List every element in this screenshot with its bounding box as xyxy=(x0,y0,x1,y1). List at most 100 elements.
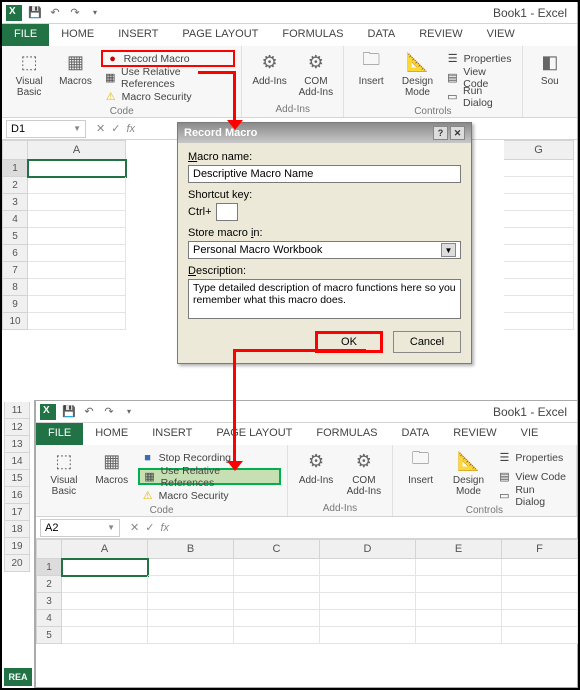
row-header[interactable]: 17 xyxy=(4,504,30,521)
row-header[interactable]: 12 xyxy=(4,419,30,436)
visual-basic-button[interactable]: ⬚ Visual Basic xyxy=(42,447,86,504)
store-in-combo[interactable]: Personal Macro Workbook ▼ xyxy=(188,241,461,259)
tab-page-layout[interactable]: PAGE LAYOUT xyxy=(170,24,270,46)
row-header[interactable]: 20 xyxy=(4,555,30,572)
insert-control-button[interactable]: 🗀 Insert xyxy=(350,48,392,105)
qat-dropdown-icon[interactable]: ▾ xyxy=(122,405,136,419)
tab-view[interactable]: VIE xyxy=(509,423,541,445)
col-header[interactable]: B xyxy=(148,539,234,559)
row-header[interactable]: 5 xyxy=(2,228,28,245)
row-header[interactable]: 6 xyxy=(2,245,28,262)
tab-insert[interactable]: INSERT xyxy=(140,423,204,445)
cancel-button[interactable]: Cancel xyxy=(393,331,461,353)
redo-icon[interactable]: ↷ xyxy=(68,6,82,20)
select-all-corner[interactable] xyxy=(36,539,62,559)
row-header[interactable]: 8 xyxy=(2,279,28,296)
visual-basic-button[interactable]: ⬚ Visual Basic xyxy=(8,48,50,105)
row-header[interactable]: 1 xyxy=(36,559,62,576)
macros-button[interactable]: ▦ Macros xyxy=(90,447,134,504)
row-header[interactable]: 19 xyxy=(4,538,30,555)
addins-button[interactable]: ⚙Add-Ins xyxy=(294,447,338,502)
tab-formulas[interactable]: FORMULAS xyxy=(270,24,355,46)
row-header[interactable]: 2 xyxy=(2,177,28,194)
chevron-down-icon[interactable]: ▼ xyxy=(441,243,456,257)
run-dialog-button[interactable]: ▭ Run Dialog xyxy=(443,88,516,105)
col-header[interactable]: E xyxy=(416,539,502,559)
macro-security-button[interactable]: ⚠ Macro Security xyxy=(101,88,236,105)
enter-formula-icon[interactable]: ✓ xyxy=(111,122,120,135)
qat-dropdown-icon[interactable]: ▾ xyxy=(88,6,102,20)
run-dialog-button[interactable]: ▭Run Dialog xyxy=(494,487,570,504)
dialog-titlebar[interactable]: Record Macro ? ✕ xyxy=(178,123,471,143)
tab-insert[interactable]: INSERT xyxy=(106,24,170,46)
tab-formulas[interactable]: FORMULAS xyxy=(304,423,389,445)
tab-file[interactable]: FILE xyxy=(2,24,49,46)
source-button[interactable]: ◧ Sou xyxy=(529,48,571,114)
tab-page-layout[interactable]: PAGE LAYOUT xyxy=(204,423,304,445)
save-icon[interactable]: 💾 xyxy=(62,405,76,419)
use-relative-references-button[interactable]: ▦ Use Relative References xyxy=(138,468,282,485)
row-header[interactable]: 7 xyxy=(2,262,28,279)
tab-data[interactable]: DATA xyxy=(356,24,408,46)
redo-icon[interactable]: ↷ xyxy=(102,405,116,419)
row-header[interactable]: 10 xyxy=(2,313,28,330)
row-header[interactable]: 9 xyxy=(2,296,28,313)
name-box[interactable]: A2▼ xyxy=(40,519,120,537)
row-header[interactable]: 3 xyxy=(36,593,62,610)
fx-icon[interactable]: fx xyxy=(160,522,169,534)
description-input[interactable]: Type detailed description of macro funct… xyxy=(188,279,461,319)
col-header[interactable]: D xyxy=(320,539,416,559)
properties-button[interactable]: ☰Properties xyxy=(494,449,570,466)
name-box[interactable]: D1▼ xyxy=(6,120,86,138)
row-header[interactable]: 3 xyxy=(2,194,28,211)
design-mode-button[interactable]: 📐 Design Mode xyxy=(396,48,438,105)
row-header[interactable]: 1 xyxy=(2,160,28,177)
tab-home[interactable]: HOME xyxy=(49,24,106,46)
select-all-corner[interactable] xyxy=(2,140,28,160)
row-header[interactable]: 18 xyxy=(4,521,30,538)
undo-icon[interactable]: ↶ xyxy=(82,405,96,419)
enter-formula-icon[interactable]: ✓ xyxy=(145,521,154,534)
save-icon[interactable]: 💾 xyxy=(28,6,42,20)
col-header[interactable]: A xyxy=(62,539,148,559)
addins-button[interactable]: ⚙ Add-Ins xyxy=(248,48,290,103)
col-header[interactable]: A xyxy=(28,140,126,160)
cancel-formula-icon[interactable]: ✕ xyxy=(96,122,105,135)
tab-file[interactable]: FILE xyxy=(36,423,83,445)
record-macro-button[interactable]: ● Record Macro xyxy=(101,50,236,67)
tab-review[interactable]: REVIEW xyxy=(441,423,508,445)
tab-view[interactable]: VIEW xyxy=(475,24,519,46)
col-header[interactable]: F xyxy=(502,539,578,559)
row-header[interactable]: 15 xyxy=(4,470,30,487)
macro-name-input[interactable] xyxy=(188,165,461,183)
row-header[interactable]: 4 xyxy=(36,610,62,627)
insert-control-button[interactable]: 🗀Insert xyxy=(399,447,443,504)
properties-button[interactable]: ☰ Properties xyxy=(443,50,516,67)
view-code-button[interactable]: ▤View Code xyxy=(494,468,570,485)
macros-button[interactable]: ▦ Macros xyxy=(54,48,96,105)
help-button[interactable]: ? xyxy=(433,126,448,140)
undo-icon[interactable]: ↶ xyxy=(48,6,62,20)
row-header[interactable]: 4 xyxy=(2,211,28,228)
view-code-button[interactable]: ▤ View Code xyxy=(443,69,516,86)
shortcut-key-input[interactable] xyxy=(216,203,238,221)
row-header[interactable]: 14 xyxy=(4,453,30,470)
cancel-formula-icon[interactable]: ✕ xyxy=(130,521,139,534)
worksheet-grid[interactable]: 12345 ABCDEF xyxy=(36,539,577,644)
col-header[interactable]: C xyxy=(234,539,320,559)
tab-data[interactable]: DATA xyxy=(390,423,442,445)
row-header[interactable]: 16 xyxy=(4,487,30,504)
com-addins-button[interactable]: ⚙COM Add-Ins xyxy=(342,447,386,502)
col-header[interactable]: G xyxy=(504,140,574,160)
close-button[interactable]: ✕ xyxy=(450,126,465,140)
row-header[interactable]: 11 xyxy=(4,402,30,419)
design-mode-button[interactable]: 📐Design Mode xyxy=(447,447,491,504)
com-addins-button[interactable]: ⚙ COM Add-Ins xyxy=(295,48,337,103)
tab-home[interactable]: HOME xyxy=(83,423,140,445)
row-header[interactable]: 5 xyxy=(36,627,62,644)
row-header[interactable]: 13 xyxy=(4,436,30,453)
tab-review[interactable]: REVIEW xyxy=(407,24,474,46)
fx-icon[interactable]: fx xyxy=(126,123,135,135)
macro-security-button[interactable]: ⚠ Macro Security xyxy=(138,487,282,504)
stop-recording-button[interactable]: ■ Stop Recording xyxy=(138,449,282,466)
